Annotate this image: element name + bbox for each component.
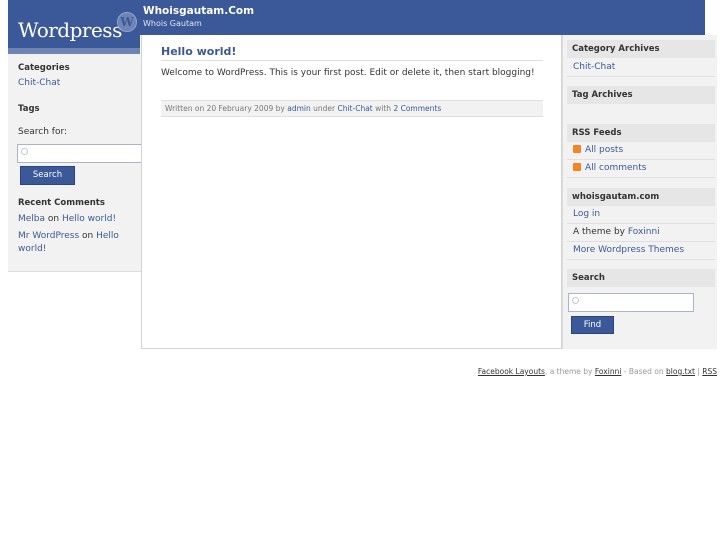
rss-all-posts-link[interactable]: All posts: [585, 145, 623, 155]
search-heading: Search: [567, 269, 715, 287]
rss-feeds-heading: RSS Feeds: [567, 124, 715, 142]
comment-on-text: on: [82, 231, 94, 241]
footer: Facebook Layouts, a theme by Foxinni - B…: [478, 367, 717, 376]
recent-comment-2: Mr WordPress on Hello world!: [18, 230, 138, 256]
find-button[interactable]: Find: [571, 316, 614, 334]
search-input[interactable]: [17, 144, 149, 163]
site-title[interactable]: Whoisgautam.Com: [143, 5, 254, 17]
theme-credit: A theme by Foxinni: [567, 224, 715, 242]
footer-author-link[interactable]: Foxinni: [595, 367, 622, 376]
wordpress-icon: W: [117, 12, 137, 32]
footer-separator: |: [697, 367, 700, 376]
footer-theme-by: , a theme by: [544, 367, 593, 376]
post-category-link[interactable]: Chit-Chat: [337, 104, 372, 113]
post-title[interactable]: Hello world!: [161, 45, 236, 58]
left-sidebar: Categories Chit-Chat Tags Search for: Se…: [8, 54, 149, 272]
post-meta: Written on 20 February 2009 by admin und…: [161, 100, 543, 117]
comment-author-link[interactable]: Mr WordPress: [18, 231, 79, 241]
more-themes-link[interactable]: More Wordpress Themes: [567, 242, 715, 260]
footer-rss-link[interactable]: RSS: [702, 367, 717, 376]
footer-based-on: - Based on: [623, 367, 664, 376]
sidebar-search-input[interactable]: [568, 293, 694, 312]
post-meta-by: by: [275, 104, 285, 113]
rss-all-comments-link[interactable]: All comments: [585, 163, 646, 173]
divider: [161, 60, 543, 61]
post-body: Welcome to WordPress. This is your first…: [161, 68, 535, 78]
post-meta-with: with: [375, 104, 392, 113]
facebook-layouts-link[interactable]: Facebook Layouts: [478, 367, 545, 376]
categories-heading: Categories: [18, 63, 70, 73]
category-archives-heading: Category Archives: [567, 40, 715, 58]
category-link-chit-chat[interactable]: Chit-Chat: [18, 77, 60, 90]
search-icon: [21, 148, 28, 155]
right-sidebar: Category Archives Chit-Chat Tag Archives…: [562, 35, 717, 349]
login-link[interactable]: Log in: [567, 206, 715, 224]
logo-text: Wordpress: [18, 18, 122, 42]
theme-author-link[interactable]: Foxinni: [628, 227, 660, 237]
recent-comment-1: Melba on Hello world!: [18, 213, 116, 226]
search-button[interactable]: Search: [20, 166, 75, 185]
tag-archives-heading: Tag Archives: [567, 86, 715, 104]
blogtxt-link[interactable]: blog.txt: [666, 367, 695, 376]
logo[interactable]: Wordpress W: [8, 0, 140, 48]
comment-post-link-continued[interactable]: world!: [18, 244, 46, 254]
recent-comments-heading: Recent Comments: [18, 198, 105, 208]
post-date: Written on 20 February 2009: [165, 104, 274, 113]
rss-all-posts[interactable]: All posts: [567, 142, 715, 160]
comment-post-link[interactable]: Hello: [96, 231, 119, 241]
rss-icon: [573, 163, 581, 171]
site-heading: whoisgautam.com: [567, 188, 715, 206]
post-meta-under: under: [313, 104, 336, 113]
post-comments-link[interactable]: 2 Comments: [393, 104, 441, 113]
site-tagline: Whois Gautam: [143, 19, 202, 28]
tags-heading: Tags: [18, 104, 40, 114]
rss-icon: [573, 145, 581, 153]
comment-on-text: on: [47, 214, 60, 224]
theme-credit-text: A theme by: [573, 227, 625, 237]
comment-post-link[interactable]: Hello world!: [62, 214, 116, 224]
main-content: Hello world! Welcome to WordPress. This …: [141, 35, 562, 349]
rss-all-comments[interactable]: All comments: [567, 160, 715, 178]
category-archive-link[interactable]: Chit-Chat: [567, 59, 715, 77]
search-icon: [572, 297, 579, 304]
search-label: Search for:: [18, 127, 68, 137]
comment-author-link[interactable]: Melba: [18, 214, 45, 224]
post-author-link[interactable]: admin: [287, 104, 311, 113]
